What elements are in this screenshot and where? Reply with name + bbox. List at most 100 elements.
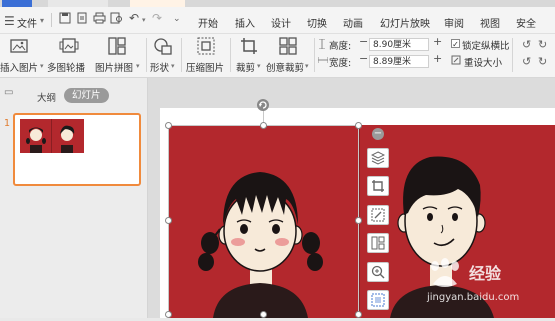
creative-crop-icon[interactable]: [279, 37, 297, 58]
menu-security[interactable]: 安全: [516, 15, 536, 30]
divider: [146, 38, 147, 72]
chevron-down-icon[interactable]: ▾: [305, 62, 309, 70]
divider: [512, 38, 513, 72]
divider: [181, 38, 182, 72]
width-increase-button[interactable]: +: [433, 52, 442, 65]
resize-handle-se[interactable]: [355, 311, 362, 318]
baidu-paw-logo-icon: [431, 258, 459, 287]
resize-icon: [371, 208, 385, 222]
menu-review[interactable]: 审阅: [444, 15, 464, 30]
insert-picture-label[interactable]: 插入图片: [0, 60, 38, 74]
compress-picture-label[interactable]: 压缩图片: [186, 60, 224, 74]
layers-button[interactable]: [367, 148, 389, 168]
picture-collage-label[interactable]: 图片拼图: [95, 60, 133, 74]
resize-handle-sw[interactable]: [165, 311, 172, 318]
menu-bar: ☰ 文件 ▾ ↶ ▾ ↷ ⌄ 开始 插入 设计 切换 动画 幻灯片放映 审阅 视…: [0, 7, 555, 34]
resize-handle-ne[interactable]: [355, 122, 362, 129]
collapse-toolbar-icon[interactable]: −: [372, 128, 384, 140]
undo-icon[interactable]: ↶: [129, 11, 139, 25]
rotate-handle-icon[interactable]: [257, 99, 269, 111]
rotate-right-icon[interactable]: ↻: [538, 38, 547, 51]
rotate-left-icon[interactable]: ↺: [522, 38, 531, 51]
divider: [314, 38, 315, 72]
menu-transition[interactable]: 切换: [307, 15, 327, 30]
watermark-brand: 经验: [469, 264, 502, 283]
reset-size-label[interactable]: 重设大小: [464, 55, 502, 69]
chevron-down-icon[interactable]: ▾: [171, 62, 175, 70]
multi-carousel-label[interactable]: 多图轮播: [47, 60, 85, 74]
width-decrease-button[interactable]: −: [359, 52, 368, 65]
menu-slideshow[interactable]: 幻灯片放映: [380, 15, 430, 30]
crop-tool-button[interactable]: [367, 176, 389, 196]
resize-handle-e[interactable]: [355, 217, 362, 224]
resize-handle-s[interactable]: [260, 311, 267, 318]
preview-icon[interactable]: [110, 12, 123, 27]
tab-chip[interactable]: [130, 0, 185, 7]
divider: [51, 13, 52, 27]
reset-size-icon[interactable]: [451, 55, 461, 68]
slide-thumbnail-1[interactable]: [13, 113, 141, 186]
chevron-down-icon[interactable]: ▾: [142, 16, 146, 24]
collapse-panel-icon[interactable]: ▭: [4, 87, 13, 98]
pixelate-icon: [371, 293, 385, 307]
creative-crop-label[interactable]: 创意裁剪: [266, 60, 304, 74]
print-icon[interactable]: [93, 12, 106, 27]
flip-icon[interactable]: ↺: [522, 55, 531, 68]
zoom-tool-button[interactable]: [367, 262, 389, 282]
tab-slides[interactable]: 幻灯片: [64, 88, 109, 103]
resize-handle-nw[interactable]: [165, 122, 172, 129]
chevron-down-icon[interactable]: ▾: [40, 62, 44, 70]
chevron-down-icon[interactable]: ▾: [257, 62, 261, 70]
height-decrease-button[interactable]: −: [359, 35, 368, 48]
lock-ratio-label[interactable]: 锁定纵横比: [462, 38, 510, 52]
slide-thumbnail-image: [20, 119, 84, 153]
watermark-url: jingyan.baidu.com: [427, 292, 520, 303]
shape-icon[interactable]: [153, 37, 173, 58]
menu-animation[interactable]: 动画: [343, 15, 363, 30]
save-icon[interactable]: [59, 12, 71, 27]
height-label: 高度:: [329, 41, 352, 52]
slide-number: 1: [4, 118, 11, 129]
window-tab-strip: [0, 0, 555, 7]
width-label: 宽度:: [329, 58, 352, 69]
crop-label[interactable]: 裁剪: [236, 60, 255, 74]
menu-home[interactable]: 开始: [198, 15, 218, 30]
width-icon: [317, 56, 329, 67]
compress-picture-icon[interactable]: [197, 37, 215, 58]
layers-icon: [371, 151, 385, 165]
lock-ratio-checkbox[interactable]: ✓: [451, 39, 460, 49]
shape-label[interactable]: 形状: [150, 60, 169, 74]
customize-chevron-icon[interactable]: ⌄: [173, 14, 181, 24]
menu-design[interactable]: 设计: [271, 15, 291, 30]
hamburger-icon[interactable]: ☰: [4, 14, 15, 28]
collage-tool-button[interactable]: [367, 233, 389, 253]
height-icon: [318, 38, 326, 52]
redo-icon[interactable]: ↷: [152, 11, 162, 25]
zoom-icon: [371, 265, 385, 279]
menu-file[interactable]: 文件: [17, 15, 37, 30]
crop-icon: [372, 180, 384, 192]
chevron-down-icon[interactable]: ▾: [136, 62, 140, 70]
height-field[interactable]: 8.90厘米: [369, 38, 429, 51]
picture-collage-icon[interactable]: [108, 37, 126, 58]
menu-view[interactable]: 视图: [480, 15, 500, 30]
height-increase-button[interactable]: +: [433, 35, 442, 48]
menu-insert[interactable]: 插入: [235, 15, 255, 30]
resize-handle-n[interactable]: [260, 122, 267, 129]
chevron-down-icon[interactable]: ▾: [40, 16, 44, 25]
picture-tools-ribbon: 插入图片 ▾ 多图轮播 图片拼图 ▾ 形状 ▾ 压缩图片 裁剪 ▾ 创意裁剪 ▾…: [0, 34, 555, 78]
girl-figure: [198, 172, 323, 318]
width-field[interactable]: 8.89厘米: [369, 55, 429, 68]
insert-picture-icon[interactable]: [10, 37, 28, 58]
tab-chip[interactable]: [2, 0, 32, 7]
resize-tool-button[interactable]: [367, 205, 389, 225]
document-icon[interactable]: [76, 12, 88, 27]
align-icon[interactable]: ↻: [538, 55, 547, 68]
tab-outline[interactable]: 大纲: [37, 90, 56, 104]
more-tool-button[interactable]: [367, 290, 389, 310]
multi-carousel-icon[interactable]: [59, 37, 79, 58]
resize-handle-w[interactable]: [165, 217, 172, 224]
crop-icon[interactable]: [240, 37, 258, 58]
divider: [230, 38, 231, 72]
tab-chip[interactable]: [48, 0, 108, 7]
